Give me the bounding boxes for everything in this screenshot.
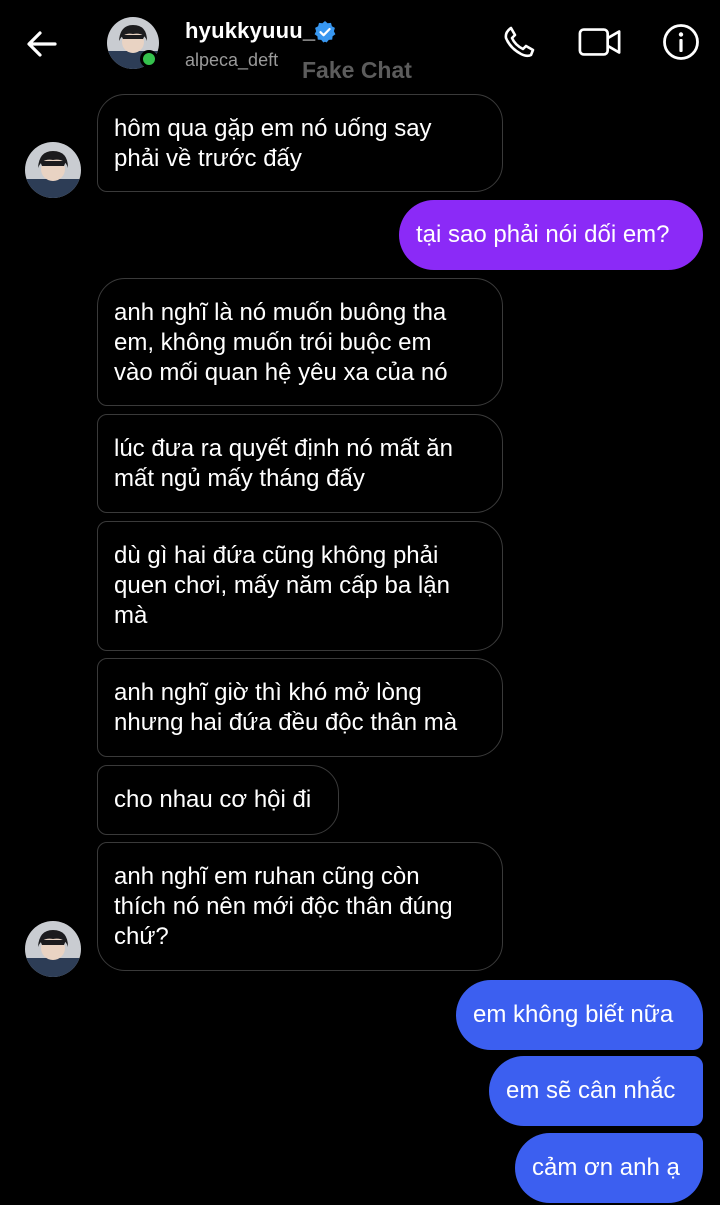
message-text: cảm ơn anh ạ [532, 1154, 680, 1181]
received-message[interactable]: lúc đưa ra quyết định nó mất ăn mất ngủ … [97, 414, 503, 513]
received-message[interactable]: anh nghĩ giờ thì khó mở lòng nhưng hai đ… [97, 658, 503, 757]
message-text: em không biết nữa [473, 1001, 674, 1028]
sent-message[interactable]: tại sao phải nói dối em? [399, 200, 703, 270]
received-message[interactable]: anh nghĩ là nó muốn buông tha em, không … [97, 278, 503, 406]
watermark-text: Fake Chat [302, 57, 412, 83]
back-button[interactable] [22, 24, 62, 64]
message-text: anh nghĩ giờ thì khó mở lòng nhưng hai đ… [114, 679, 458, 736]
message-text: lúc đưa ra quyết định nó mất ăn mất ngủ … [114, 435, 453, 492]
conversation-info-button[interactable] [659, 20, 703, 64]
video-call-button[interactable] [578, 20, 622, 64]
received-message[interactable]: cho nhau cơ hội đi [97, 765, 339, 835]
back-arrow-icon [27, 31, 57, 57]
contact-name[interactable]: hyukkyuuu_ [185, 18, 315, 44]
message-text: tại sao phải nói dối em? [416, 221, 670, 248]
sender-avatar[interactable] [25, 142, 81, 198]
contact-handle: alpeca_deft [185, 50, 279, 70]
received-message[interactable]: anh nghĩ em ruhan cũng còn thích nó nên … [97, 842, 503, 971]
message-text: dù gì hai đứa cũng không phải quen chơi,… [114, 542, 450, 629]
message-text: cho nhau cơ hội đi [114, 786, 312, 813]
verified-badge-icon [314, 21, 336, 43]
sent-message[interactable]: em không biết nữa [456, 980, 703, 1050]
sent-message[interactable]: em sẽ cân nhắc [489, 1056, 703, 1126]
message-text: em sẽ cân nhắc [506, 1077, 676, 1104]
received-message[interactable]: hôm qua gặp em nó uống say phải về trước… [97, 94, 503, 192]
message-text: anh nghĩ em ruhan cũng còn thích nó nên … [114, 863, 453, 950]
online-status-dot [140, 50, 158, 68]
sent-message[interactable]: cảm ơn anh ạ [515, 1133, 703, 1203]
info-icon [663, 24, 699, 60]
chat-header: hyukkyuuu_ alpeca_deft Fake Chat [0, 0, 720, 90]
received-message[interactable]: dù gì hai đứa cũng không phải quen chơi,… [97, 521, 503, 651]
message-text: hôm qua gặp em nó uống say phải về trước… [114, 115, 432, 172]
message-text: anh nghĩ là nó muốn buông tha em, không … [114, 299, 448, 386]
phone-icon [504, 26, 535, 58]
sender-avatar[interactable] [25, 921, 81, 977]
audio-call-button[interactable] [497, 20, 541, 64]
video-camera-icon [578, 28, 621, 56]
